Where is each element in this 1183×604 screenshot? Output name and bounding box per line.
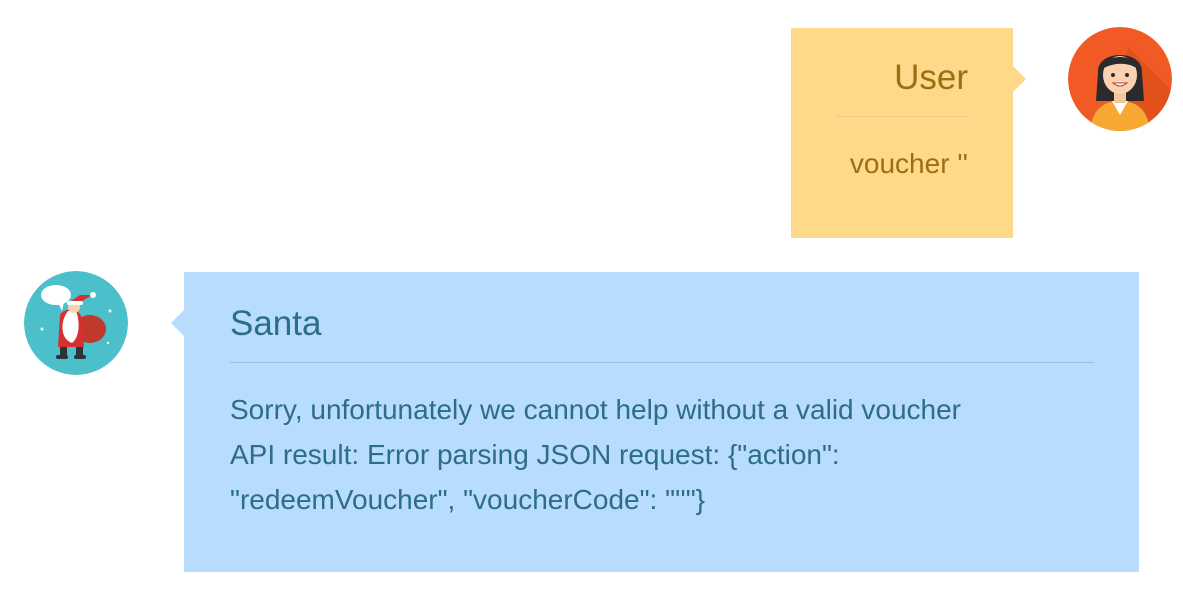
santa-message-line: "redeemVoucher", "voucherCode": "''"} [230, 484, 706, 515]
user-message-text: voucher '' [849, 148, 968, 179]
santa-message-bubble: Santa Sorry, unfortunately we cannot hel… [171, 272, 1139, 572]
santa-message-divider [230, 362, 1094, 363]
user-sender-name: User [894, 58, 968, 97]
user-message-divider [836, 116, 968, 117]
santa-message-text: Sorry, unfortunately we cannot help with… [230, 387, 1094, 522]
santa-message-line: Sorry, unfortunately we cannot help with… [230, 394, 962, 425]
santa-avatar-icon [24, 271, 128, 375]
user-avatar-icon [1068, 27, 1172, 131]
user-message-bubble: User voucher '' [791, 28, 1026, 238]
santa-message-line: API result: Error parsing JSON request: … [230, 439, 840, 470]
santa-sender-name: Santa [230, 304, 322, 343]
